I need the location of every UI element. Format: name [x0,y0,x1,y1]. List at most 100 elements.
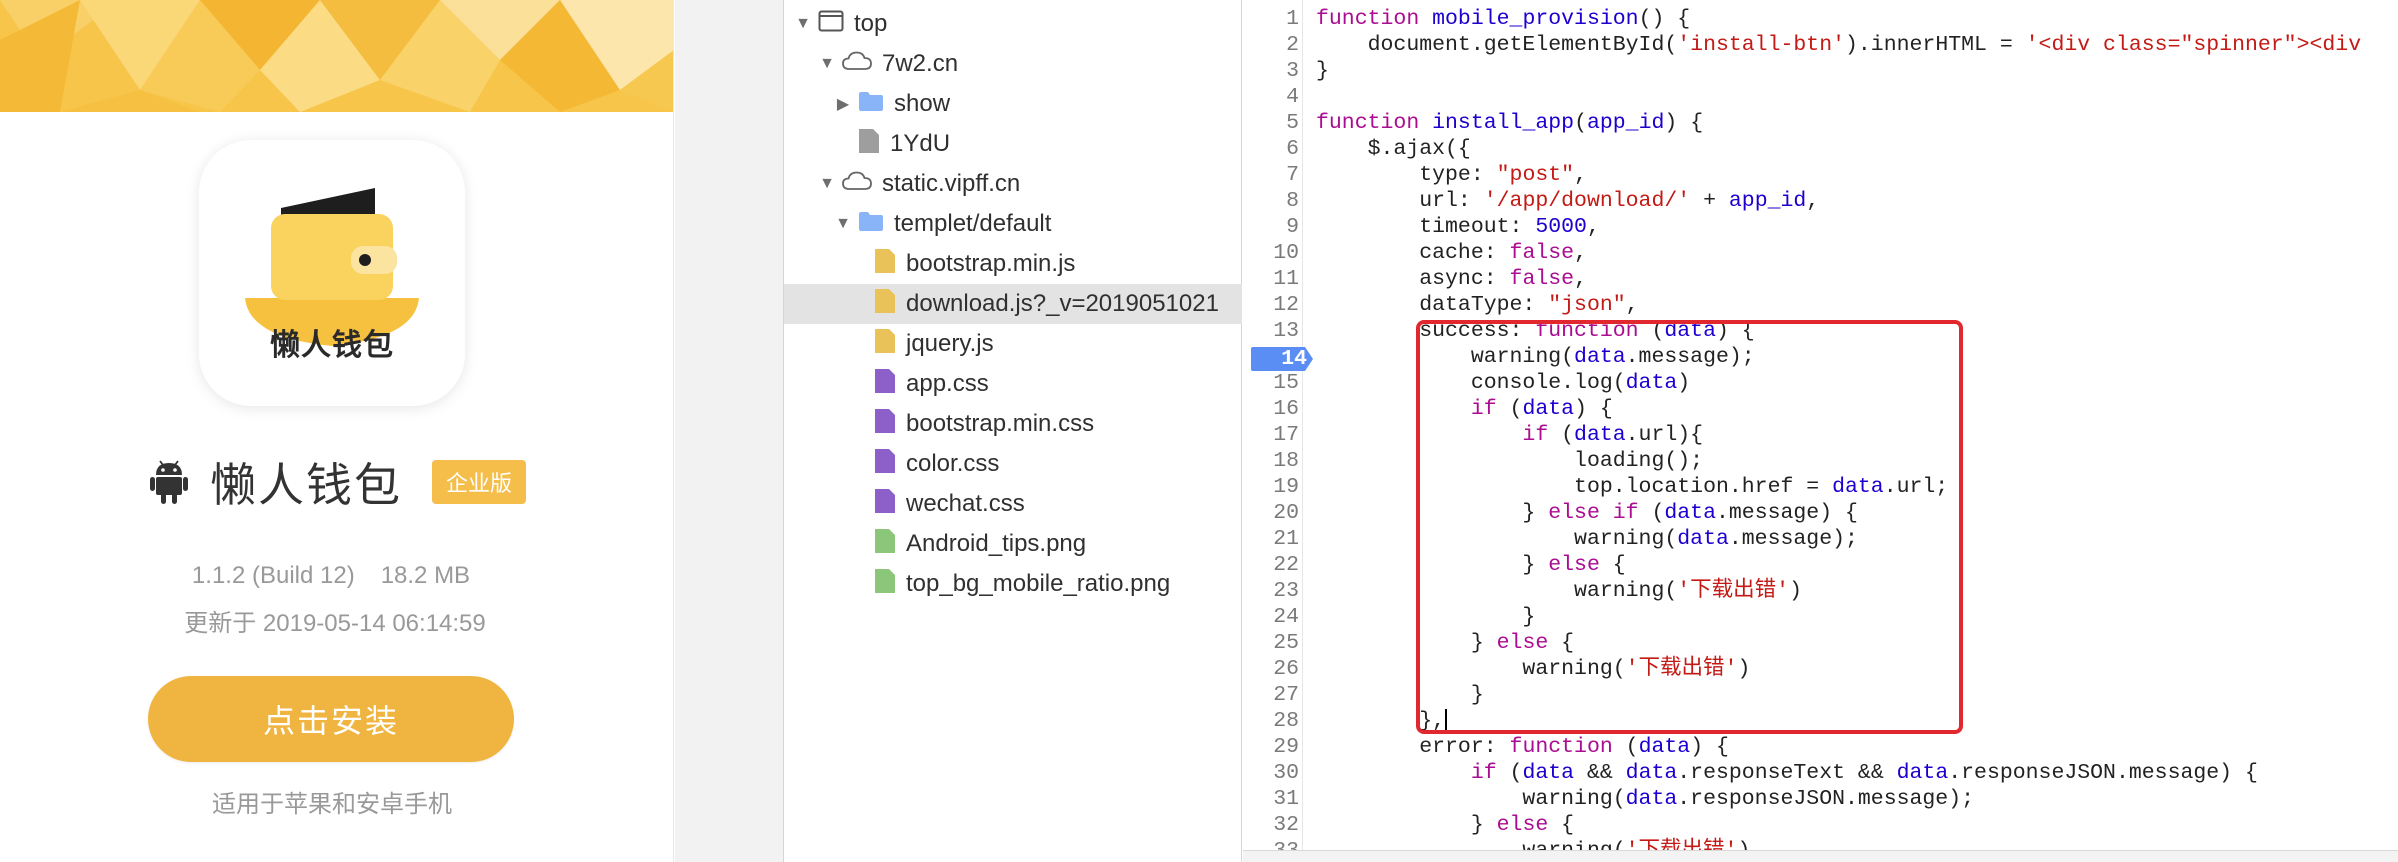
code-token: function [1316,7,1433,31]
collapse-arrow-icon[interactable]: ▶ [834,95,852,113]
line-number[interactable]: 15 [1243,370,1299,396]
code-token: "json" [1548,293,1626,317]
line-number[interactable]: 30 [1243,760,1299,786]
line-number[interactable]: 12 [1243,292,1299,318]
code-token: + [1690,189,1729,213]
css-file-icon [874,488,896,521]
line-number[interactable]: 3 [1243,58,1299,84]
line-number[interactable]: 21 [1243,526,1299,552]
panel-gap [675,0,783,862]
tree-item[interactable]: wechat.css [784,484,1242,524]
breakpoint-marker[interactable]: 14 [1251,347,1313,371]
code-token: document.getElementById( [1316,33,1678,57]
code-token: dataType: [1316,293,1549,317]
expand-arrow-icon[interactable]: ▼ [834,215,852,233]
code-token: data [1664,319,1716,343]
code-token: ) { [1715,319,1755,343]
icon-caption: 懒人钱包 [270,328,394,363]
line-number[interactable]: 9 [1243,214,1299,240]
code-token: , [1574,241,1587,265]
code-token: ) [1677,371,1691,395]
tree-item[interactable]: 1YdU [784,124,1242,164]
tree-item[interactable]: ▶ show [784,84,1242,124]
code-line: } else { [1316,630,1574,656]
line-number[interactable]: 23 [1243,578,1299,604]
line-number[interactable]: 7 [1243,162,1299,188]
tree-item[interactable]: download.js?_v=2019051021 [784,284,1242,324]
code-token: install_app [1432,111,1575,135]
tree-item[interactable]: ▼ static.vipff.cn [784,164,1242,204]
code-token: } [1316,59,1329,83]
edition-badge: 企业版 [432,460,527,504]
code-token: ( [1561,423,1575,447]
tree-item[interactable]: ▼ templet/default [784,204,1242,244]
code-token: if [1316,423,1562,447]
tree-item-label: wechat.css [906,490,1025,517]
css-file-icon [874,448,896,481]
line-gutter[interactable]: 1234567891011121314151617181920212223242… [1243,0,1303,862]
code-token: ( [1574,111,1587,135]
line-number[interactable]: 17 [1243,422,1299,448]
code-token: 5000 [1535,215,1587,239]
tree-item[interactable]: app.css [784,364,1242,404]
cloud-icon [842,170,872,198]
tree-item[interactable]: bootstrap.min.css [784,404,1242,444]
code-line: function mobile_provision() { [1316,6,1690,32]
code-token: ( [1651,501,1665,525]
line-number[interactable]: 13 [1243,318,1299,344]
tree-item[interactable]: Android_tips.png [784,524,1242,564]
code-token: , [1625,293,1639,317]
code-token: else [1496,813,1562,837]
breakpoint-line-number: 14 [1281,347,1307,371]
version-size: 1.1.2 (Build 12) 18.2 MB [0,562,668,590]
line-number[interactable]: 10 [1243,240,1299,266]
line-number[interactable]: 18 [1243,448,1299,474]
line-number[interactable]: 27 [1243,682,1299,708]
tree-item-label: bootstrap.min.js [906,250,1076,277]
line-number[interactable]: 19 [1243,474,1299,500]
code-token: warning( [1316,579,1678,603]
compat-note: 适用于苹果和安卓手机 [212,790,452,818]
line-number[interactable]: 4 [1243,84,1299,110]
version-text: 1.1.2 (Build 12) [191,562,355,589]
code-token: } [1316,683,1484,707]
install-button[interactable]: 点击安装 [148,676,514,762]
line-number[interactable]: 8 [1243,188,1299,214]
line-number[interactable]: 29 [1243,734,1299,760]
line-number[interactable]: 1 [1243,6,1299,32]
code-editor[interactable]: 1234567891011121314151617181920212223242… [1243,0,2398,862]
size-text: 18.2 MB [380,562,471,589]
expand-arrow-icon[interactable]: ▼ [818,175,836,193]
mobile-download-page: 懒人钱包 懒人钱包 企业版 1.1.2 (Build 12) 18.2 MB 更新… [0,0,674,862]
expand-arrow-icon[interactable]: ▼ [794,15,812,33]
tree-item[interactable]: ▼ top [784,4,1242,44]
line-number[interactable]: 11 [1243,266,1299,292]
line-number[interactable]: 24 [1243,604,1299,630]
tree-item[interactable]: bootstrap.min.js [784,244,1242,284]
line-number[interactable]: 20 [1243,500,1299,526]
expand-arrow-icon[interactable]: ▼ [818,55,836,73]
tree-item[interactable]: ▼ 7w2.cn [784,44,1242,84]
line-number[interactable]: 6 [1243,136,1299,162]
line-number[interactable]: 22 [1243,552,1299,578]
code-line: console.log(data) [1316,370,1690,396]
line-number[interactable]: 2 [1243,32,1299,58]
code-token: data [1638,735,1691,759]
line-number[interactable]: 25 [1243,630,1299,656]
code-token: () { [1638,7,1691,31]
line-number[interactable]: 16 [1243,396,1299,422]
code-line: } else if (data.message) { [1316,500,1858,526]
line-number[interactable]: 32 [1243,812,1299,838]
code-line: warning(data.message); [1316,344,1755,370]
code-token: '下载出错' [1677,579,1790,603]
tree-item[interactable]: color.css [784,444,1242,484]
line-number[interactable]: 26 [1243,656,1299,682]
code-token: false [1509,241,1575,265]
tree-item[interactable]: top_bg_mobile_ratio.png [784,564,1242,604]
tree-item[interactable]: jquery.js [784,324,1242,364]
line-number[interactable]: 31 [1243,786,1299,812]
line-number[interactable]: 5 [1243,110,1299,136]
tree-item-label: top_bg_mobile_ratio.png [906,570,1171,597]
line-number[interactable]: 28 [1243,708,1299,734]
